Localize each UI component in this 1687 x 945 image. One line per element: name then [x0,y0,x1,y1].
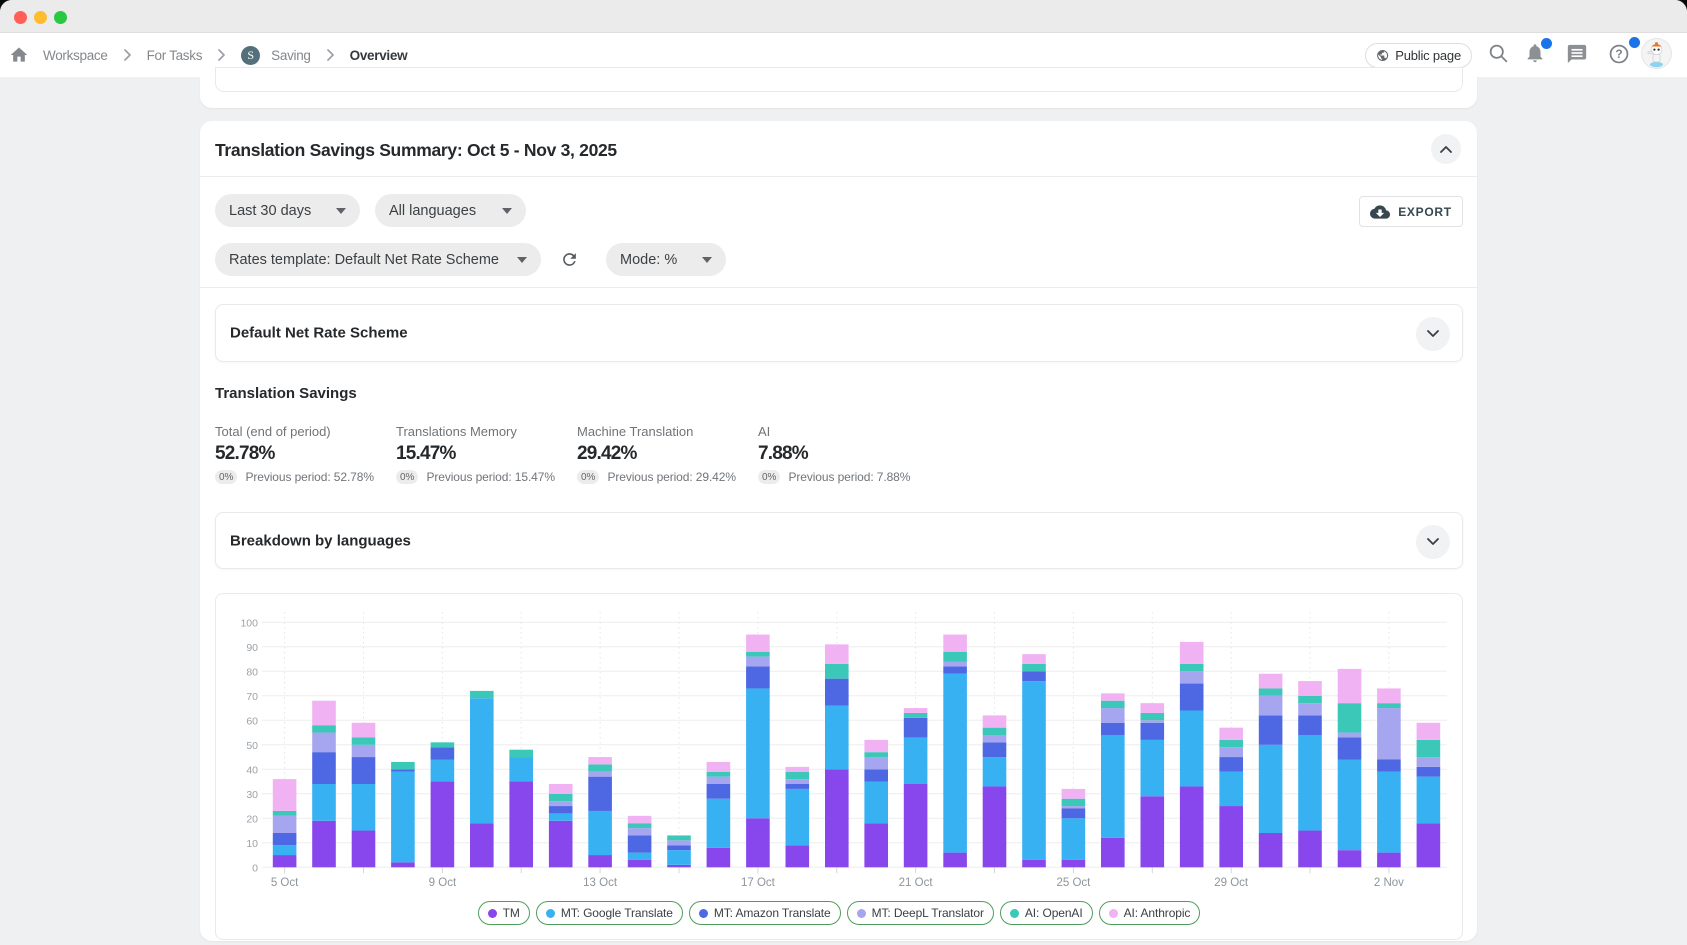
svg-text:21 Oct: 21 Oct [899,877,934,889]
svg-text:40: 40 [246,764,258,776]
svg-text:100: 100 [240,617,258,629]
svg-text:17 Oct: 17 Oct [741,877,776,889]
svg-text:60: 60 [246,715,258,727]
svg-text:10: 10 [246,838,258,850]
svg-text:2 Nov: 2 Nov [1374,877,1404,889]
svg-text:0: 0 [252,862,258,874]
svg-text:90: 90 [246,642,258,654]
svg-text:20: 20 [246,813,258,825]
svg-text:70: 70 [246,691,258,703]
svg-text:29 Oct: 29 Oct [1214,877,1249,889]
svg-text:?: ? [1615,47,1622,61]
svg-text:13 Oct: 13 Oct [583,877,618,889]
svg-text:50: 50 [246,740,258,752]
svg-text:5 Oct: 5 Oct [271,877,299,889]
svg-text:80: 80 [246,666,258,678]
svg-text:9 Oct: 9 Oct [429,877,457,889]
svg-text:25 Oct: 25 Oct [1056,877,1091,889]
svg-text:30: 30 [246,789,258,801]
